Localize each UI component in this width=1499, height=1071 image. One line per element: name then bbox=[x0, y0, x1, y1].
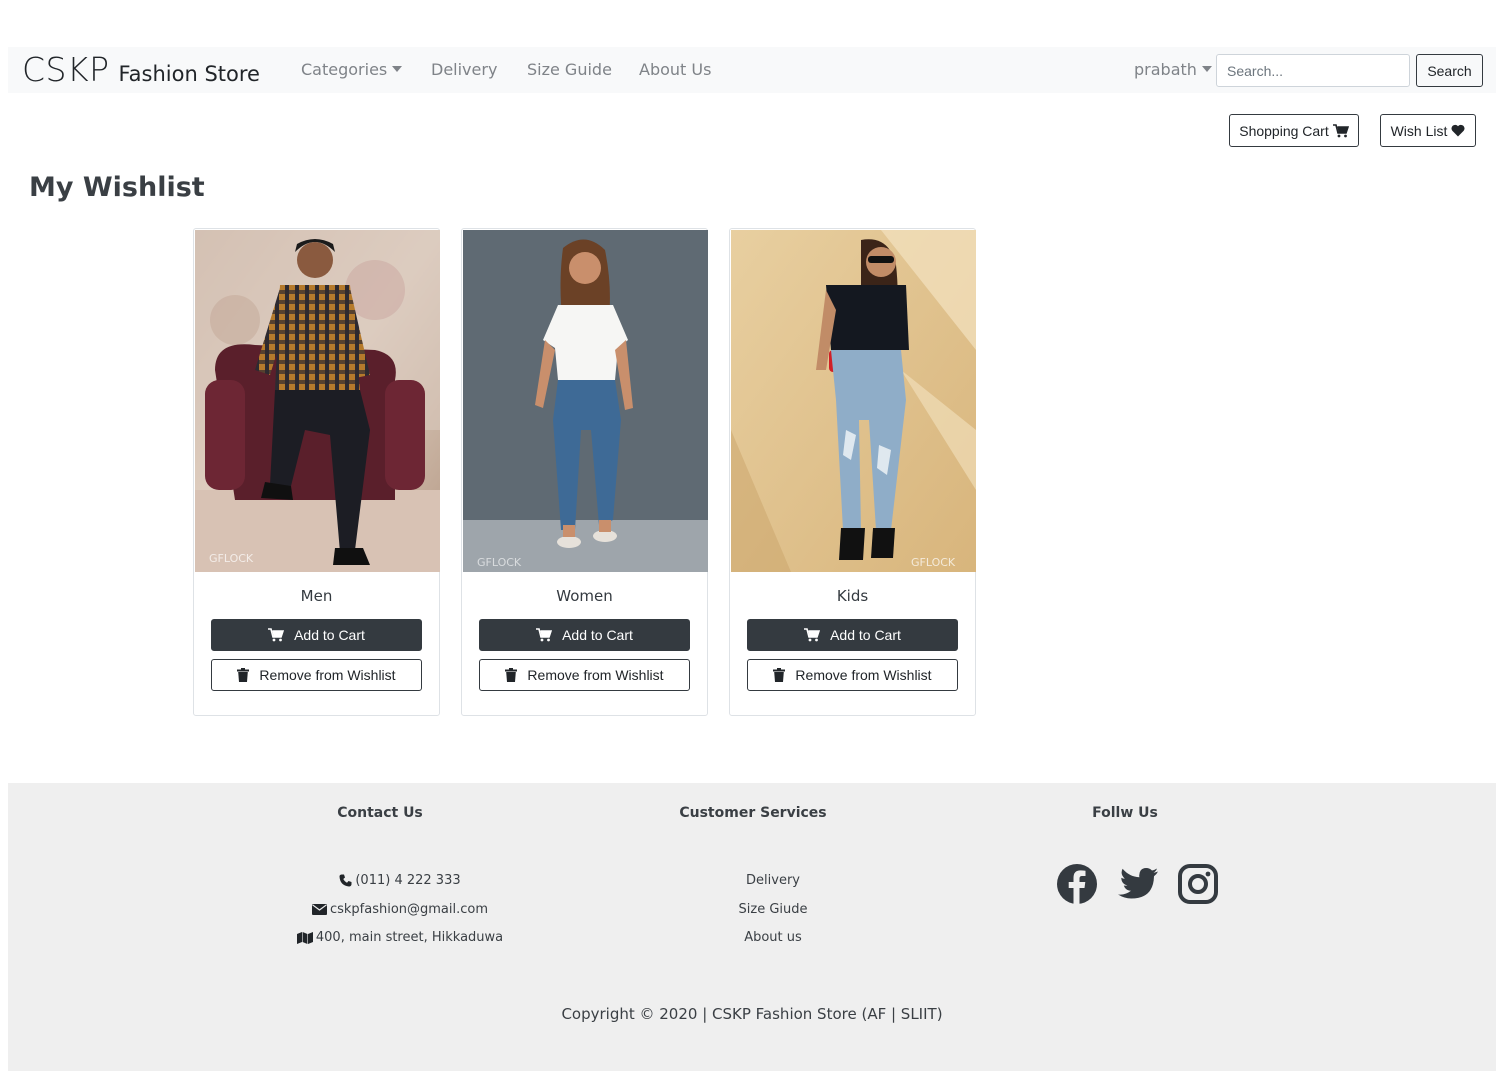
product-name-men: Men bbox=[300, 587, 333, 605]
heart-icon bbox=[1451, 124, 1465, 137]
caret-down-icon bbox=[1201, 66, 1212, 72]
contact-phone: (011) 4 222 333 bbox=[250, 873, 550, 888]
product-image-men[interactable]: GFLOCK bbox=[195, 230, 440, 572]
cart-icon bbox=[804, 628, 821, 642]
search-button[interactable]: Search bbox=[1416, 54, 1483, 87]
contact-address-text: 400, main street, Hikkaduwa bbox=[315, 930, 504, 945]
nav-categories-dropdown[interactable]: Categories bbox=[301, 59, 403, 81]
page-title: My Wishlist bbox=[29, 172, 205, 203]
add-to-cart-label: Add to Cart bbox=[830, 627, 901, 643]
contact-phone-text: (011) 4 222 333 bbox=[355, 873, 461, 888]
add-to-cart-label: Add to Cart bbox=[562, 627, 633, 643]
shopping-cart-label: Shopping Cart bbox=[1239, 122, 1329, 139]
remove-from-wishlist-label: Remove from Wishlist bbox=[795, 667, 932, 683]
contact-us-heading: Contact Us bbox=[337, 805, 423, 821]
wishlist-card-women: GFLOCK Women Add to Cart Remove from Wis… bbox=[461, 228, 708, 716]
wish-list-label: Wish List bbox=[1390, 122, 1448, 139]
watermark-kids: GFLOCK bbox=[911, 556, 956, 569]
product-name-kids: Kids bbox=[836, 587, 869, 605]
footer-size-guide-link[interactable]: Size Giude bbox=[623, 902, 923, 917]
navbar: CSKP Fashion Store Categories Delivery S… bbox=[8, 47, 1496, 93]
trash-icon bbox=[237, 668, 250, 682]
remove-from-wishlist-label: Remove from Wishlist bbox=[259, 667, 396, 683]
remove-from-wishlist-button-women[interactable]: Remove from Wishlist bbox=[479, 659, 690, 691]
remove-from-wishlist-label: Remove from Wishlist bbox=[527, 667, 664, 683]
copyright-text: Copyright © 2020 | CSKP Fashion Store (A… bbox=[561, 1005, 943, 1023]
facebook-icon[interactable] bbox=[1056, 863, 1098, 905]
nav-about-us-link[interactable]: About Us bbox=[639, 59, 711, 81]
phone-icon bbox=[339, 874, 352, 887]
nav-categories-label: Categories bbox=[301, 60, 388, 79]
watermark-women: GFLOCK bbox=[477, 556, 522, 569]
shopping-cart-button[interactable]: Shopping Cart bbox=[1229, 114, 1359, 147]
trash-icon bbox=[773, 668, 786, 682]
brand-main-text: CSKP bbox=[22, 50, 110, 89]
twitter-icon[interactable] bbox=[1117, 863, 1159, 905]
add-to-cart-button-women[interactable]: Add to Cart bbox=[479, 619, 690, 651]
nav-size-guide-link[interactable]: Size Guide bbox=[527, 59, 612, 81]
footer: Contact Us (011) 4 222 333 cskpfashion@g… bbox=[8, 783, 1496, 1071]
product-image-women[interactable]: GFLOCK bbox=[463, 230, 708, 572]
brand-sub-text: Fashion Store bbox=[118, 62, 260, 86]
footer-delivery-link[interactable]: Delivery bbox=[623, 873, 923, 888]
envelope-icon bbox=[311, 904, 327, 915]
caret-down-icon bbox=[392, 66, 403, 72]
search-input[interactable] bbox=[1216, 54, 1410, 87]
contact-email-text: cskpfashion@gmail.com bbox=[329, 902, 489, 917]
user-menu-dropdown[interactable]: prabath bbox=[1134, 59, 1212, 81]
add-to-cart-button-men[interactable]: Add to Cart bbox=[211, 619, 422, 651]
wish-list-button[interactable]: Wish List bbox=[1380, 114, 1476, 147]
user-name: prabath bbox=[1134, 60, 1197, 79]
trash-icon bbox=[505, 668, 518, 682]
wishlist-card-men: GFLOCK Men Add to Cart Remove from Wishl… bbox=[193, 228, 440, 716]
cart-icon bbox=[536, 628, 553, 642]
footer-about-us-link[interactable]: About us bbox=[623, 930, 923, 945]
cart-icon bbox=[268, 628, 285, 642]
map-icon bbox=[296, 931, 313, 944]
remove-from-wishlist-button-kids[interactable]: Remove from Wishlist bbox=[747, 659, 958, 691]
wishlist-card-kids: GFLOCK Kids Add to Cart Remove from Wish… bbox=[729, 228, 976, 716]
follow-us-heading: Follw Us bbox=[1092, 805, 1158, 821]
add-to-cart-label: Add to Cart bbox=[294, 627, 365, 643]
product-name-women: Women bbox=[556, 587, 613, 605]
brand-logo[interactable]: CSKP Fashion Store bbox=[22, 49, 260, 91]
cart-icon bbox=[1332, 123, 1349, 137]
contact-email[interactable]: cskpfashion@gmail.com bbox=[250, 902, 550, 917]
watermark-men: GFLOCK bbox=[209, 552, 254, 565]
product-image-kids[interactable]: GFLOCK bbox=[731, 230, 976, 572]
instagram-icon[interactable] bbox=[1177, 863, 1219, 905]
contact-address: 400, main street, Hikkaduwa bbox=[250, 930, 550, 945]
nav-delivery-link[interactable]: Delivery bbox=[431, 59, 497, 81]
add-to-cart-button-kids[interactable]: Add to Cart bbox=[747, 619, 958, 651]
remove-from-wishlist-button-men[interactable]: Remove from Wishlist bbox=[211, 659, 422, 691]
customer-services-heading: Customer Services bbox=[679, 805, 827, 821]
